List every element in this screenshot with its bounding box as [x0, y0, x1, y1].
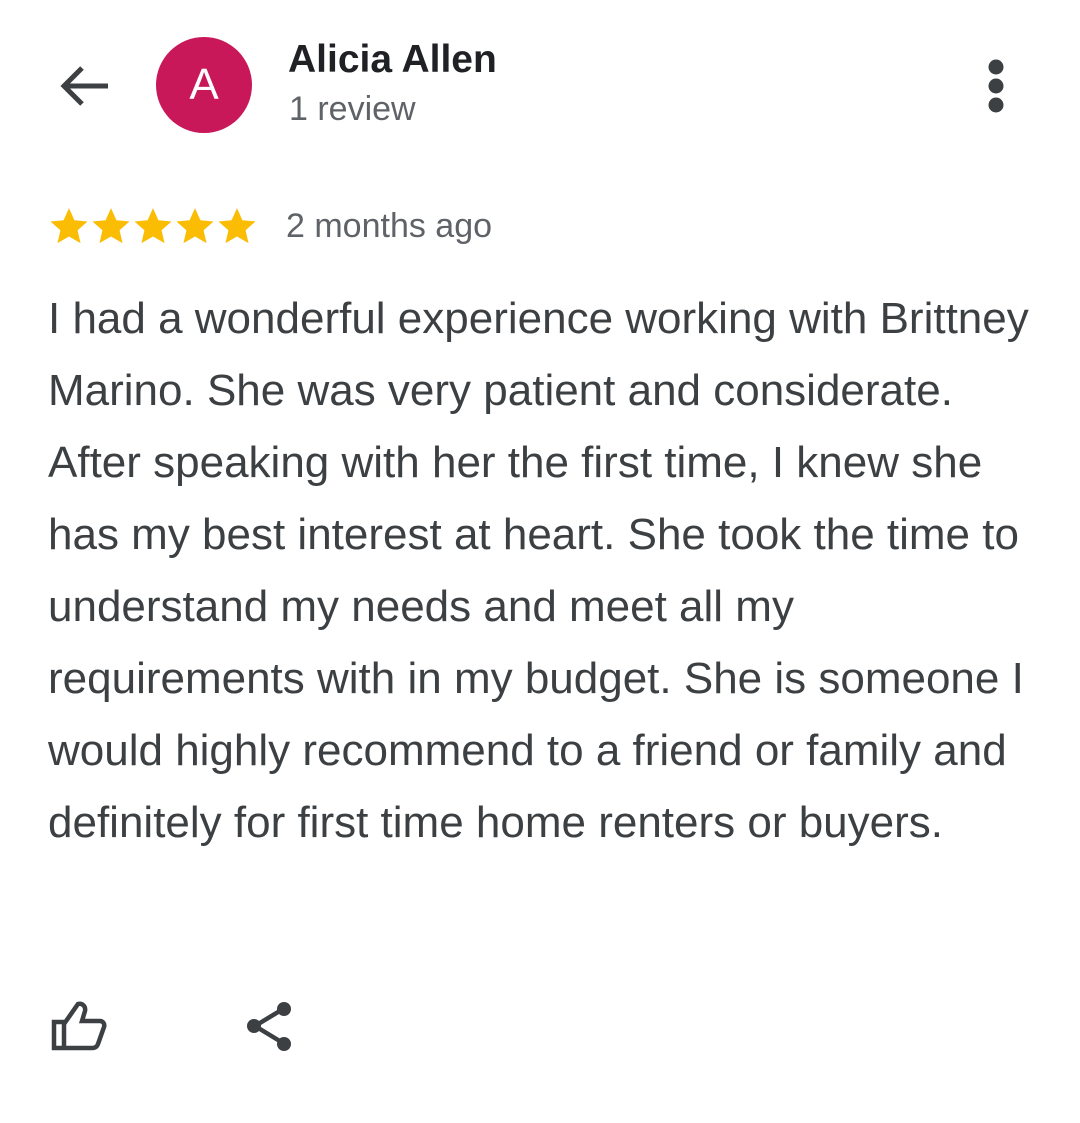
star-icon — [218, 208, 256, 244]
review-count: 1 review — [289, 90, 416, 128]
review-text: I had a wonderful experience working wit… — [48, 294, 1029, 847]
review-date: 2 months ago — [286, 206, 493, 245]
avatar-letter: A — [189, 60, 219, 109]
back-button[interactable] — [52, 58, 116, 114]
avatar[interactable]: A — [156, 37, 252, 133]
rating-row: 2 months ago — [48, 204, 492, 248]
thumb-up-icon — [51, 1001, 107, 1051]
author-name[interactable]: Alicia Allen — [288, 38, 497, 82]
star-rating — [48, 205, 258, 247]
star-icon — [92, 208, 130, 244]
star-icon — [134, 208, 172, 244]
star-icon — [176, 208, 214, 244]
share-button[interactable] — [238, 994, 302, 1058]
more-vert-icon — [988, 59, 1004, 113]
arrow-back-icon — [60, 66, 108, 106]
like-button[interactable] — [44, 994, 114, 1058]
star-icon — [50, 208, 88, 244]
share-icon — [247, 1002, 291, 1051]
more-options-button[interactable] — [970, 56, 1022, 116]
